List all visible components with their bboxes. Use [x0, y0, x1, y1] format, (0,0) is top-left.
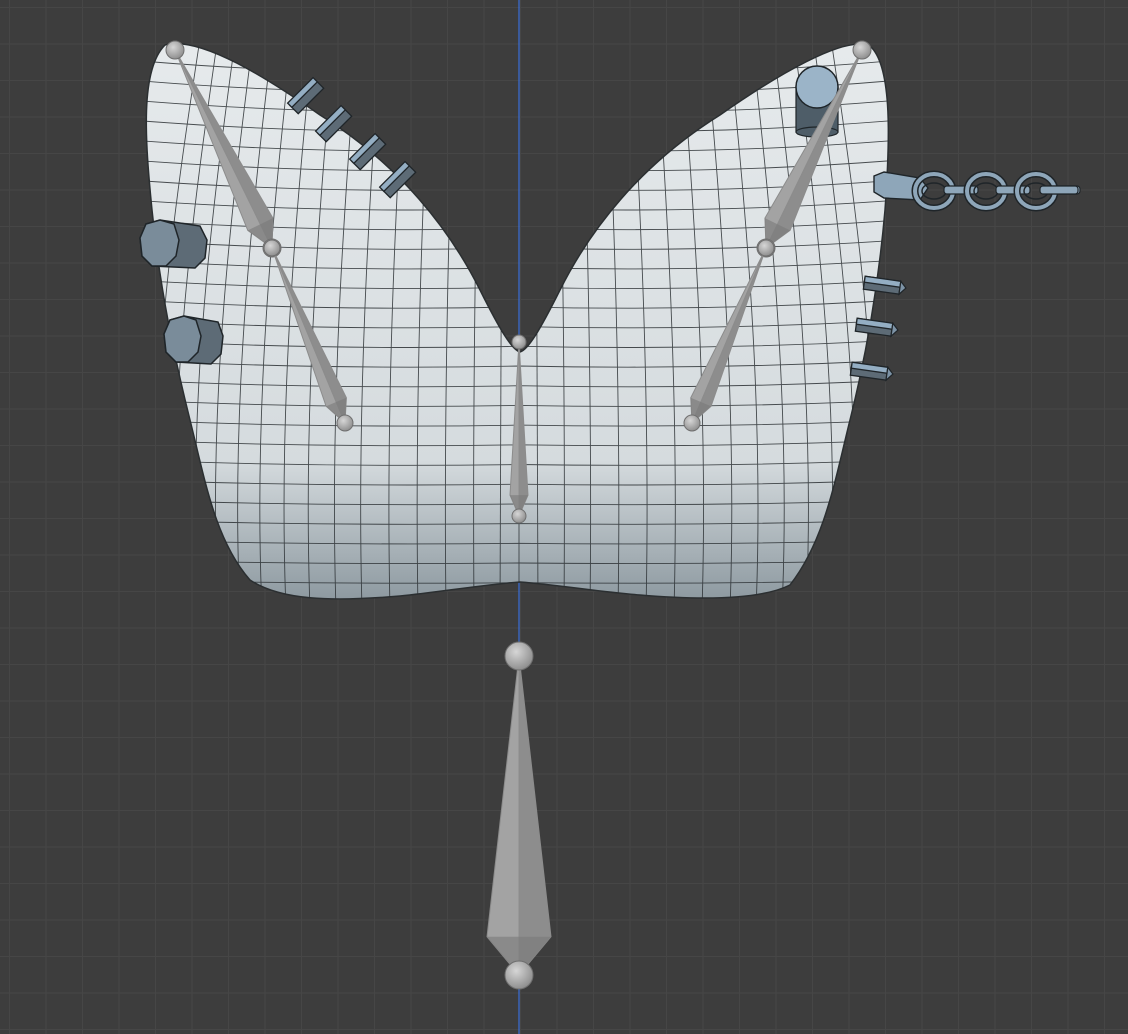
center-bone-head-joint[interactable]	[511, 334, 527, 350]
3d-viewport[interactable]	[0, 0, 1128, 1034]
upper-right-bone-head-joint[interactable]	[852, 40, 872, 60]
root-bone-tail-joint[interactable]	[504, 960, 534, 990]
root-bone[interactable]	[486, 641, 552, 990]
root-bone-head-joint[interactable]	[504, 641, 534, 671]
upper-left-bone-head-joint[interactable]	[165, 40, 185, 60]
lower-left-bone-tail-joint[interactable]	[336, 414, 354, 432]
shirt-mesh[interactable]	[130, 30, 900, 623]
viewport-canvas[interactable]	[0, 0, 1128, 1034]
lower-left-bone-head-joint[interactable]	[263, 239, 281, 257]
left-button-upper[interactable]	[139, 219, 208, 269]
left-button-lower[interactable]	[163, 315, 224, 365]
lower-right-bone-tail-joint[interactable]	[683, 414, 701, 432]
right-chain[interactable]	[873, 170, 1081, 212]
center-bone-tail-joint[interactable]	[511, 508, 527, 524]
lower-right-bone-head-joint[interactable]	[757, 239, 775, 257]
